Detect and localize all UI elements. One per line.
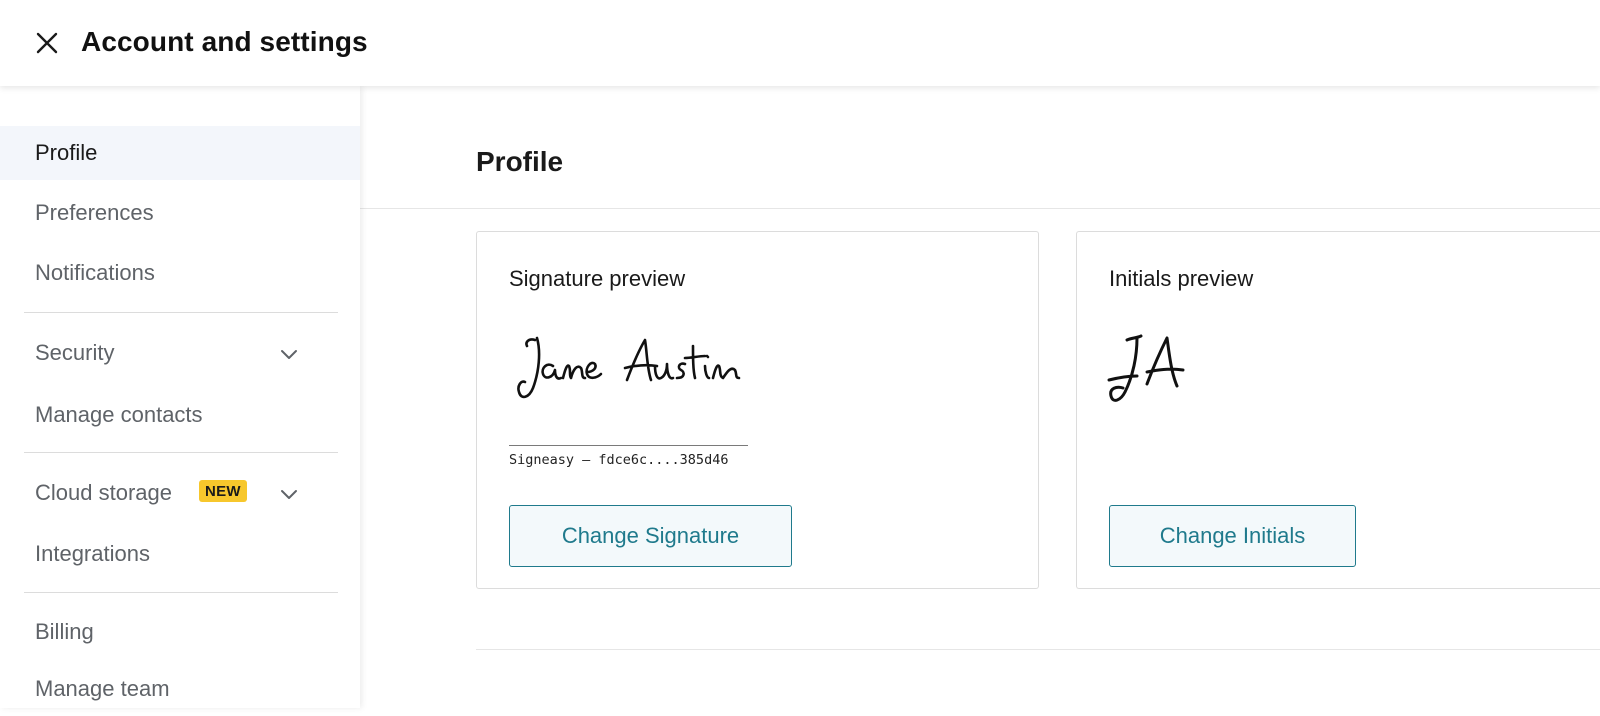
sidebar-item-label: Billing bbox=[35, 619, 94, 644]
sidebar-item-security[interactable]: Security bbox=[0, 326, 360, 380]
sidebar-divider bbox=[24, 592, 338, 593]
sidebar-divider bbox=[24, 452, 338, 453]
sidebar-item-label: Cloud storage bbox=[35, 480, 172, 505]
signature-preview-title: Signature preview bbox=[509, 266, 686, 291]
initials-preview-title: Initials preview bbox=[1109, 266, 1254, 291]
signature-baseline bbox=[509, 445, 748, 446]
top-bar: Account and settings bbox=[0, 0, 1600, 86]
change-initials-button[interactable]: Change Initials bbox=[1109, 505, 1356, 567]
close-icon bbox=[36, 32, 58, 54]
signature-preview-card: Signature preview Signeasy — fdce6c....3… bbox=[476, 231, 1039, 589]
change-signature-button[interactable]: Change Signature bbox=[509, 505, 792, 567]
sidebar-item-preferences[interactable]: Preferences bbox=[0, 186, 360, 240]
chevron-down-icon[interactable] bbox=[278, 483, 300, 505]
close-button[interactable] bbox=[32, 28, 62, 58]
section-divider bbox=[360, 208, 1600, 209]
initials-image bbox=[1107, 334, 1185, 402]
main-content: Profile Signature preview Signeasy — fdc… bbox=[360, 86, 1600, 708]
sidebar-item-label: Profile bbox=[35, 140, 98, 165]
sidebar-item-manage-contacts[interactable]: Manage contacts bbox=[0, 388, 360, 442]
sidebar-item-label: Preferences bbox=[35, 200, 154, 225]
sidebar-item-label: Security bbox=[35, 340, 115, 365]
sidebar-divider bbox=[24, 312, 338, 313]
sidebar-item-integrations[interactable]: Integrations bbox=[0, 527, 360, 581]
new-badge: NEW bbox=[199, 480, 247, 502]
signature-image bbox=[517, 336, 741, 399]
sidebar-item-label: Manage team bbox=[35, 676, 170, 701]
sidebar-item-billing[interactable]: Billing bbox=[0, 605, 360, 659]
sidebar-item-label: Notifications bbox=[35, 260, 155, 285]
sidebar-item-profile[interactable]: Profile bbox=[0, 126, 360, 180]
settings-sidebar: Profile Preferences Notifications Securi… bbox=[0, 86, 360, 708]
chevron-down-icon[interactable] bbox=[278, 343, 300, 365]
sidebar-item-label: Manage contacts bbox=[35, 402, 203, 427]
page-header-title: Account and settings bbox=[81, 26, 368, 57]
section-title: Profile bbox=[476, 146, 564, 177]
content-divider bbox=[476, 649, 1600, 650]
initials-preview-card: Initials preview Change Initials bbox=[1076, 231, 1600, 589]
sidebar-item-notifications[interactable]: Notifications bbox=[0, 246, 360, 300]
signature-id-text: Signeasy — fdce6c....385d46 bbox=[509, 452, 729, 468]
sidebar-item-cloud-storage[interactable]: Cloud storage NEW bbox=[0, 466, 360, 520]
sidebar-item-label: Integrations bbox=[35, 541, 150, 566]
